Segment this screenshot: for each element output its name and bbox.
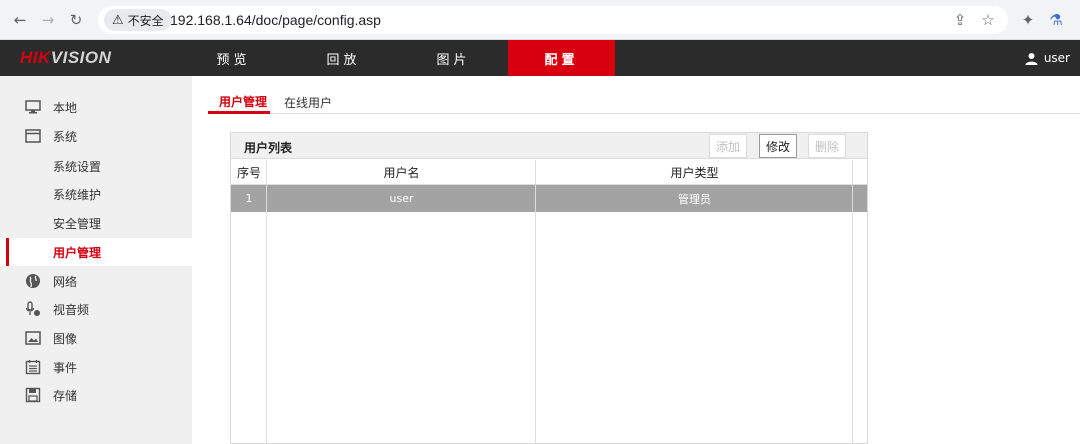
calendar-icon bbox=[25, 359, 41, 375]
user-name: user bbox=[1043, 51, 1070, 65]
cell-index: 1 bbox=[245, 192, 253, 205]
nav-tab-configuration[interactable]: 配置 bbox=[508, 40, 615, 76]
sidebar-item-system[interactable]: 系统 bbox=[0, 122, 192, 150]
sidebar-item-network[interactable]: 网络 bbox=[0, 267, 192, 295]
user-icon bbox=[1025, 52, 1038, 65]
window-icon bbox=[25, 128, 41, 144]
active-tab-indicator bbox=[208, 111, 270, 114]
sidebar-item-audio-video[interactable]: 视音频 bbox=[0, 295, 192, 323]
tab-divider bbox=[208, 113, 1080, 114]
security-warning-label: 不安全 bbox=[127, 13, 164, 28]
reload-icon[interactable]: ↻ bbox=[66, 10, 86, 30]
sidebar: 本地 系统 系统设置 系统维护 安全管理 用户管理 网络 视音频 图像 事件 存… bbox=[0, 76, 192, 444]
extension-icon[interactable]: ⚗ bbox=[1046, 10, 1066, 30]
monitor-icon bbox=[25, 99, 41, 115]
cell-user-type: 管理员 bbox=[678, 192, 711, 206]
sidebar-item-local[interactable]: 本地 bbox=[0, 93, 192, 121]
forward-arrow-icon[interactable]: → bbox=[38, 10, 58, 30]
bookmark-star-icon[interactable]: ☆ bbox=[978, 10, 998, 30]
url-text[interactable]: 192.168.1.64/doc/page/config.asp bbox=[170, 12, 381, 28]
column-divider bbox=[266, 160, 267, 444]
sidebar-item-event[interactable]: 事件 bbox=[0, 353, 192, 381]
extension-puzzle-icon[interactable]: ✦ bbox=[1018, 10, 1038, 30]
sidebar-item-system-settings[interactable]: 系统设置 bbox=[0, 152, 192, 180]
hikvision-logo: HIKVISION bbox=[20, 48, 112, 67]
sidebar-item-security[interactable]: 安全管理 bbox=[0, 209, 192, 237]
back-arrow-icon[interactable]: ← bbox=[10, 10, 30, 30]
user-menu[interactable]: user bbox=[1025, 40, 1070, 76]
panel-header: 用户列表 添加 修改 删除 bbox=[231, 133, 867, 159]
share-icon[interactable]: ⇪ bbox=[950, 10, 970, 30]
user-list-panel: 用户列表 添加 修改 删除 序号 用户名 用户类型 1 user 管理员 bbox=[230, 132, 868, 444]
nav-tab-preview[interactable]: 预览 bbox=[180, 40, 287, 76]
security-warning-chip[interactable]: ⚠ 不安全 bbox=[104, 9, 172, 31]
add-user-button[interactable]: 添加 bbox=[709, 134, 747, 158]
sidebar-item-system-maintenance[interactable]: 系统维护 bbox=[0, 180, 192, 208]
column-header-index: 序号 bbox=[236, 166, 261, 180]
column-header-username: 用户名 bbox=[383, 166, 420, 180]
column-divider bbox=[535, 160, 536, 444]
sidebar-item-storage[interactable]: 存储 bbox=[0, 381, 192, 409]
column-divider bbox=[852, 160, 853, 444]
top-navigation: HIKVISION 预览 回放 图片 配置 user bbox=[0, 40, 1080, 76]
column-header-user-type: 用户类型 bbox=[670, 166, 719, 180]
save-icon bbox=[25, 387, 41, 403]
nav-tab-picture[interactable]: 图片 bbox=[400, 40, 507, 76]
warning-icon: ⚠ bbox=[112, 12, 124, 28]
sidebar-item-image[interactable]: 图像 bbox=[0, 324, 192, 352]
cell-username: user bbox=[389, 192, 414, 205]
table-row[interactable]: 1 user 管理员 bbox=[231, 185, 867, 212]
tab-online-users[interactable]: 在线用户 bbox=[284, 94, 332, 118]
edit-user-button[interactable]: 修改 bbox=[759, 134, 797, 158]
globe-icon bbox=[25, 273, 41, 289]
nav-tab-playback[interactable]: 回放 bbox=[290, 40, 397, 76]
image-icon bbox=[25, 330, 41, 346]
delete-user-button[interactable]: 删除 bbox=[808, 134, 846, 158]
panel-title: 用户列表 bbox=[244, 141, 293, 155]
mic-icon bbox=[25, 301, 41, 317]
sidebar-item-user-management[interactable]: 用户管理 bbox=[0, 238, 192, 266]
table-header: 序号 用户名 用户类型 bbox=[231, 160, 867, 185]
